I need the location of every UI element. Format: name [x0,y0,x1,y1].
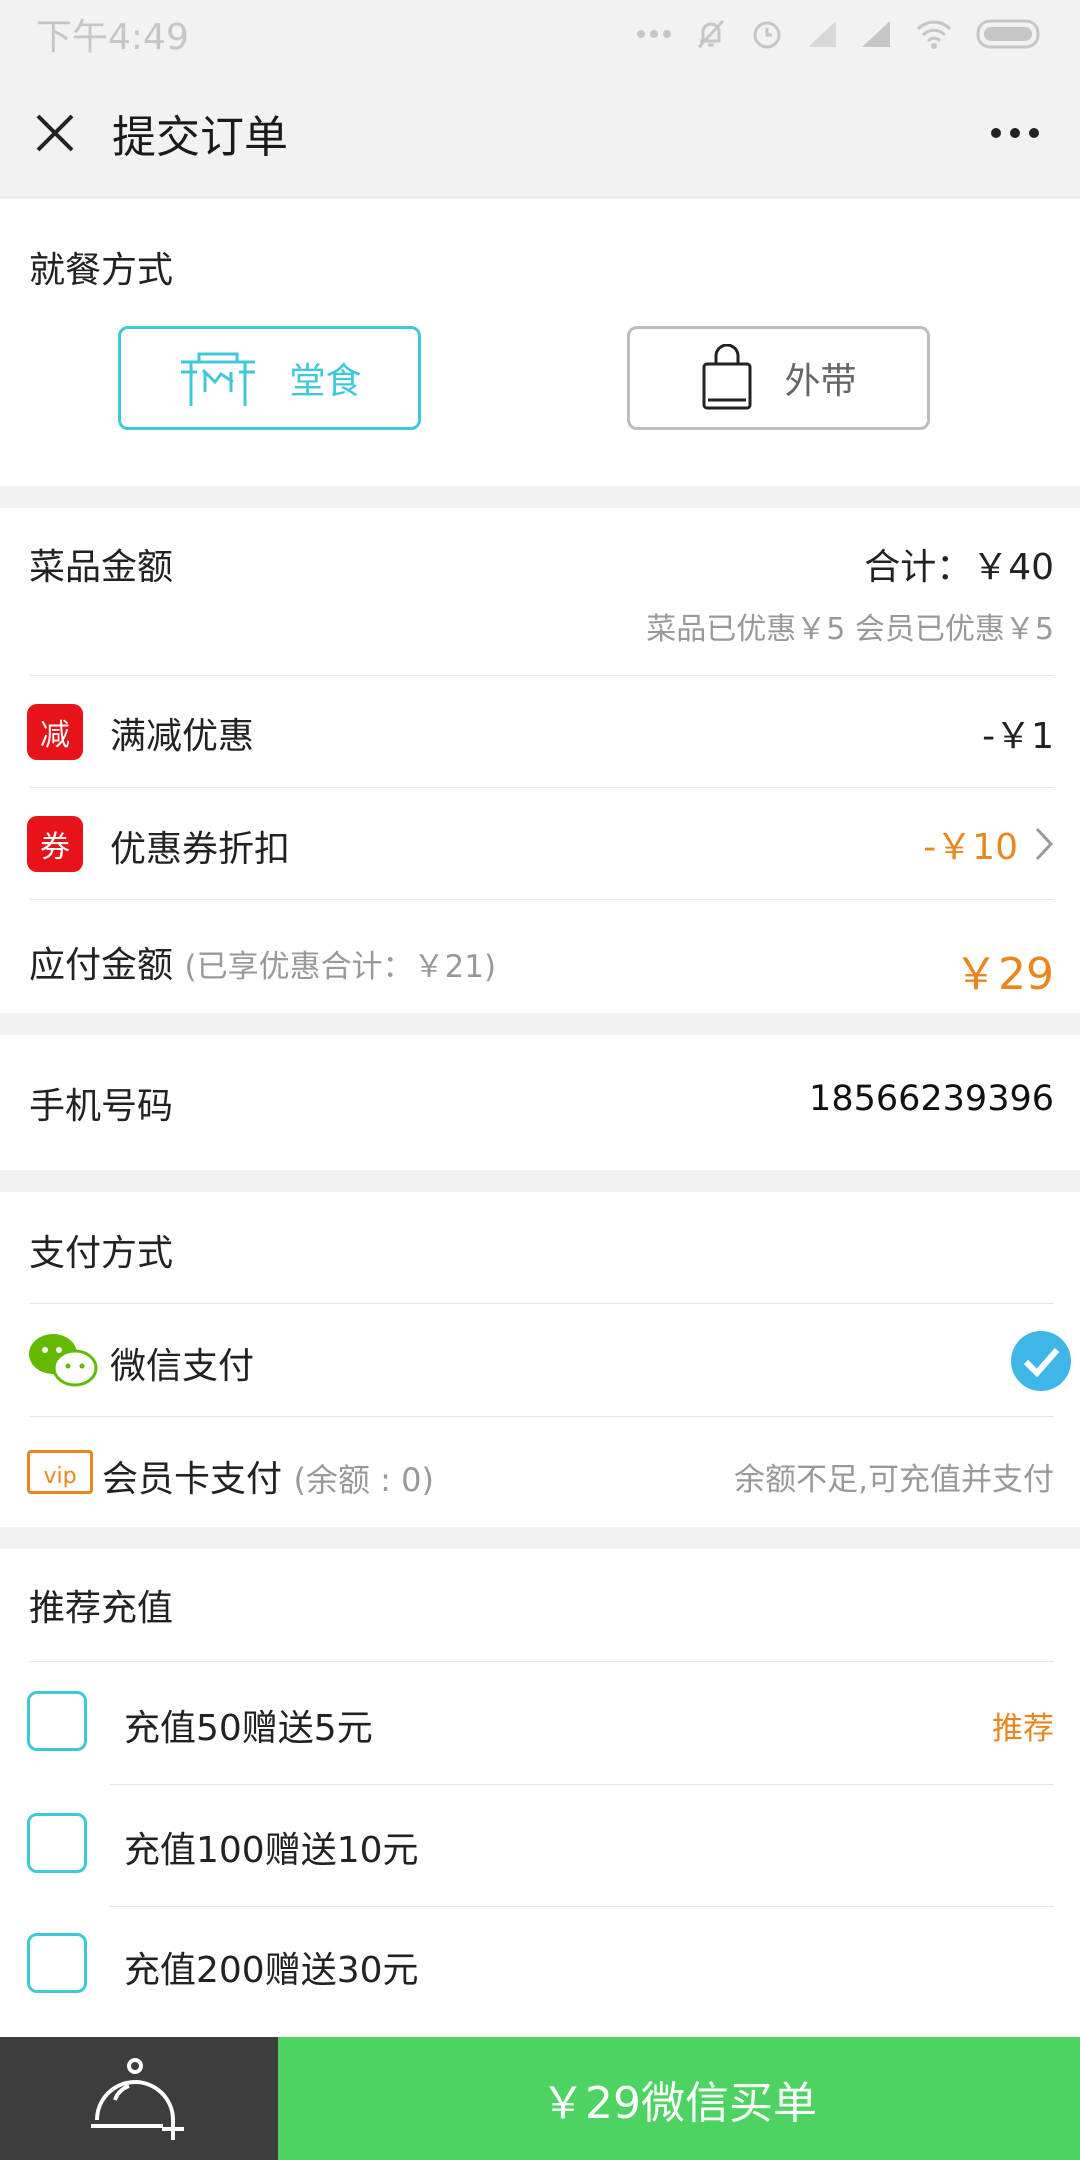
phone-value[interactable]: 18566239396 [809,1079,1054,1119]
divider [110,1906,1054,1907]
close-icon [36,114,74,151]
divider [110,1784,1054,1785]
signal-icon [808,21,836,47]
dine-in-label: 堂食 [289,361,362,402]
payable-value: ￥29 [954,949,1054,1000]
payment-section: 支付方式 微信支付 vip 会员卡支付 (余额 : 0) 余额不足,可充值并支付 [0,1192,1080,1527]
phone-label: 手机号码 [29,1086,174,1127]
more-dots-icon [637,30,671,38]
divider [29,675,1054,676]
check-circle-icon[interactable] [1010,1330,1072,1392]
cloche-add-icon [91,2057,184,2140]
wifi-icon [916,20,952,49]
phone-section: 手机号码 18566239396 [0,1035,1080,1170]
status-bar: 下午4:49 [0,0,1080,68]
status-time: 下午4:49 [36,17,189,58]
discount-note: 菜品已优惠￥5 会员已优惠￥5 [646,612,1054,647]
amount-section: 菜品金额 合计：￥40 菜品已优惠￥5 会员已优惠￥5 减 满减优惠 -￥1 券… [0,508,1080,1013]
battery-icon [976,19,1040,49]
chevron-right-icon [1035,827,1054,861]
close-button[interactable] [0,68,110,198]
signal-icon-2 [862,21,890,47]
recharge-title: 推荐充值 [29,1588,174,1629]
takeaway-button[interactable]: 外带 [627,326,930,430]
status-icons [636,17,1044,51]
page-title: 提交订单 [112,111,288,163]
recharge-option-label[interactable]: 充值100赠送10元 [124,1821,419,1873]
alarm-icon [753,21,781,49]
member-card-row[interactable]: 会员卡支付 (余额 : 0) [102,1450,434,1502]
recharge-checkbox[interactable] [27,1813,87,1873]
nav-bar: 提交订单 [0,68,1080,198]
member-card-label: 会员卡支付 [102,1459,283,1500]
dining-method-section: 就餐方式 堂食 外带 [0,199,1080,486]
recharge-option-label[interactable]: 充值50赠送5元 [124,1699,373,1751]
mute-bell-icon [697,19,725,49]
payable-label: 应付金额 [29,945,174,986]
full-reduction-badge: 减 [27,704,83,760]
recharge-option-label[interactable]: 充值200赠送30元 [124,1941,419,1993]
dish-amount-label: 菜品金额 [29,547,174,588]
recommend-badge: 推荐 [992,1711,1054,1747]
full-reduction-label: 满减优惠 [110,716,255,757]
divider [29,1416,1054,1417]
dine-in-button[interactable]: 堂食 [118,326,421,430]
recharge-checkbox[interactable] [27,1933,87,1993]
add-dish-button[interactable] [0,2037,278,2160]
dining-method-title: 就餐方式 [29,250,174,291]
wechat-pay-button[interactable]: ￥29微信买单 [278,2037,1080,2160]
full-reduction-value: -￥1 [982,716,1054,757]
payment-method-title: 支付方式 [29,1233,174,1274]
coupon-label[interactable]: 优惠券折扣 [110,820,290,872]
divider [29,787,1054,788]
coupon-row-action[interactable]: -￥10 [923,818,1054,870]
coupon-value: -￥10 [923,827,1018,868]
coupon-badge: 券 [27,816,83,872]
dish-amount-total: 合计：￥40 [864,547,1054,588]
divider [29,899,1054,900]
takeaway-label: 外带 [784,361,857,402]
wechat-pay-label[interactable]: 微信支付 [110,1337,254,1389]
shopping-bag-icon [702,344,752,410]
divider [29,1303,1054,1304]
bottom-bar: ￥29微信买单 [0,2037,1080,2160]
more-dots-icon [991,127,1039,138]
payable-note: (已享优惠合计：￥21) [184,949,497,985]
vip-card-icon: vip [27,1450,93,1494]
more-menu-button[interactable] [950,68,1080,198]
divider [29,1661,1054,1662]
member-card-balance: (余额 : 0) [293,1461,434,1499]
recharge-checkbox[interactable] [27,1691,87,1751]
payable-row: 应付金额 (已享优惠合计：￥21) [29,936,496,988]
member-card-hint: 余额不足,可充值并支付 [734,1462,1054,1498]
dining-table-icon [181,352,256,406]
wechat-icon [29,1334,98,1387]
recharge-section: 推荐充值 充值50赠送5元 推荐 充值100赠送10元 充值200赠送30元 [0,1549,1080,2037]
